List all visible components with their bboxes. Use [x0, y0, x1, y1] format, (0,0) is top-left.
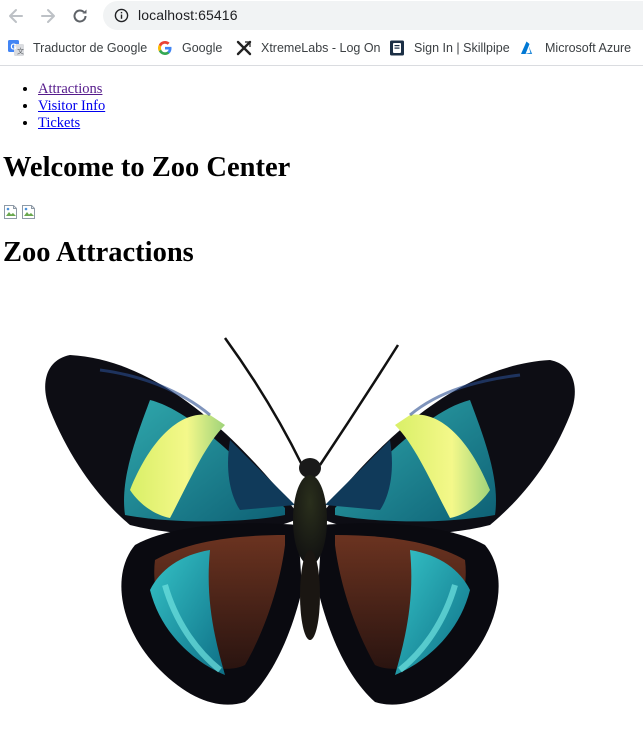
azure-icon [521, 41, 533, 54]
bookmark-microsoft-azure[interactable]: Microsoft Azure [520, 31, 631, 65]
address-bar[interactable]: localhost:65416 [103, 1, 643, 30]
back-arrow-icon[interactable] [6, 6, 26, 26]
section-title: Zoo Attractions [3, 237, 194, 268]
bookmark-label: Traductor de Google [33, 41, 148, 55]
bookmark-xtremelabs[interactable]: XtremeLabs - Log On [236, 31, 381, 65]
google-translate-icon: G 文 [8, 40, 24, 56]
bookmark-traductor-de-google[interactable]: G 文 Traductor de Google [8, 31, 147, 65]
reload-icon[interactable] [70, 6, 90, 26]
nav-link-tickets[interactable]: Tickets [38, 115, 80, 131]
nav-link-visitor-info[interactable]: Visitor Info [38, 98, 105, 114]
left-hindwing [121, 523, 303, 705]
bookmark-skillpipe[interactable]: Sign In | Skillpipe [389, 31, 510, 65]
url-text: localhost:65416 [138, 7, 238, 23]
butterfly-image [40, 330, 580, 720]
xtremelabs-icon [236, 40, 252, 56]
butterfly-illustration [45, 337, 575, 705]
page-title: Welcome to Zoo Center [3, 152, 291, 183]
bookmark-label: XtremeLabs - Log On [261, 41, 381, 55]
left-forewing [45, 355, 296, 535]
forward-arrow-icon[interactable] [38, 6, 58, 26]
nav-item: Visitor Info [38, 98, 640, 115]
right-hindwing [318, 523, 499, 705]
bookmark-label: Sign In | Skillpipe [414, 41, 510, 55]
bookmark-google[interactable]: Google [157, 31, 222, 65]
right-forewing [325, 360, 575, 535]
svg-text:文: 文 [17, 47, 24, 56]
bookmark-label: Microsoft Azure [545, 41, 632, 55]
browser-toolbar: localhost:65416 [0, 0, 643, 31]
page-content: Attractions Visitor Info Tickets Welcome… [0, 81, 643, 270]
site-nav: Attractions Visitor Info Tickets [3, 81, 640, 132]
nav-item: Tickets [38, 115, 640, 132]
info-icon[interactable] [114, 8, 129, 23]
skillpipe-icon [390, 40, 404, 56]
google-icon [158, 41, 172, 55]
butterfly-body [293, 458, 327, 640]
bookmarks-bar: G 文 Traductor de Google Google XtremeLab… [0, 31, 643, 66]
nav-item: Attractions [38, 81, 640, 98]
bookmark-label: Google [182, 41, 223, 55]
svg-text:G: G [11, 43, 17, 52]
nav-link-attractions[interactable]: Attractions [38, 81, 102, 97]
broken-image-icon [22, 205, 35, 219]
broken-image-icon [4, 205, 17, 219]
broken-images [3, 204, 640, 220]
